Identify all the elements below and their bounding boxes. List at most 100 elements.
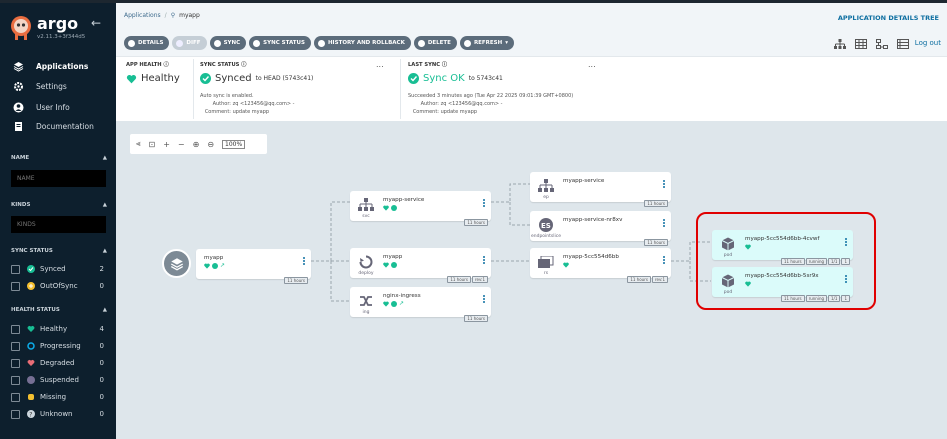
replicaset-node[interactable]: rs myapp-5cc554d6bb 11 hours rev:1 — [530, 248, 671, 283]
sync-status-button[interactable]: SYNC STATUS — [249, 36, 311, 50]
delete-icon — [417, 39, 425, 47]
endpoints-node[interactable]: ep myapp-service 11 hours — [530, 172, 671, 207]
node-tags: 11 hours — [644, 239, 668, 246]
comment-label: Comment: — [412, 109, 439, 115]
more-icon[interactable]: ... — [376, 60, 384, 69]
breadcrumb-applications[interactable]: Applications — [124, 12, 161, 19]
sync-author-row: Author: zq <123456@qq.com> - — [200, 101, 295, 107]
kinds-filter-header[interactable]: KINDS ▲ — [11, 202, 107, 208]
checkbox[interactable] — [11, 281, 20, 291]
name-filter-header[interactable]: NAME ▲ — [11, 155, 107, 161]
nav-documentation[interactable]: Documentation — [12, 117, 112, 135]
filter-synced[interactable]: Synced 2 — [11, 263, 104, 275]
checkbox[interactable] — [11, 409, 20, 419]
brand-name: argo — [37, 14, 79, 33]
kinds-filter-input[interactable] — [11, 216, 106, 233]
refresh-button[interactable]: REFRESH ▾ — [459, 36, 515, 50]
node-kind: deploy — [358, 271, 374, 276]
nav-user-info[interactable]: User Info — [12, 98, 112, 116]
history-rollback-button[interactable]: HISTORY AND ROLLBACK — [313, 36, 411, 50]
more-vertical-icon[interactable] — [663, 256, 666, 264]
list-view-icon[interactable] — [897, 39, 909, 49]
help-icon[interactable]: ⓘ — [442, 62, 447, 68]
nav-settings[interactable]: Settings — [12, 77, 112, 95]
filter-healthy[interactable]: Healthy 4 — [11, 323, 104, 335]
node-status: ↗ — [383, 301, 404, 307]
app-health-value: Healthy — [126, 73, 180, 84]
name-filter-input[interactable] — [11, 170, 106, 187]
node-name: myapp-5cc554d6bb — [563, 254, 619, 260]
diff-button[interactable]: DIFF — [172, 36, 207, 50]
node-tags: 11 hours rev:1 — [447, 276, 488, 283]
pods-view-icon[interactable] — [855, 39, 867, 49]
nav-label: Documentation — [36, 121, 94, 131]
delete-button[interactable]: DELETE — [413, 36, 457, 50]
breadcrumb-current[interactable]: myapp — [179, 12, 200, 19]
last-sync-revision[interactable]: to 5743c41 — [469, 75, 503, 82]
health-status-header[interactable]: HEALTH STATUS ▲ — [11, 307, 107, 313]
app-node[interactable]: myapp ↗ 11 hours — [196, 249, 311, 284]
gears-icon — [12, 80, 24, 92]
checkbox[interactable] — [11, 324, 20, 334]
node-name: myapp — [383, 254, 403, 260]
filter-degraded[interactable]: Degraded 0 — [11, 357, 104, 369]
more-vertical-icon[interactable] — [663, 219, 666, 227]
filter-count: 0 — [99, 359, 104, 367]
checkbox[interactable] — [11, 264, 20, 274]
comment-value: update myapp — [232, 109, 270, 115]
endpointslice-node[interactable]: ES endpointslice myapp-service-nr8xv 11 … — [530, 211, 671, 246]
age-tag: 11 hours — [644, 239, 668, 246]
service-node[interactable]: svc myapp-service 11 hours — [350, 191, 491, 226]
more-vertical-icon[interactable] — [483, 256, 486, 264]
help-icon[interactable]: ⓘ — [241, 62, 246, 68]
history-icon — [317, 39, 325, 47]
more-vertical-icon[interactable] — [303, 257, 306, 265]
more-vertical-icon[interactable] — [483, 199, 486, 207]
button-label: DELETE — [427, 40, 451, 46]
node-status: ↗ — [204, 263, 225, 269]
author-label: Author: — [212, 101, 231, 107]
more-vertical-icon[interactable] — [663, 180, 666, 188]
more-vertical-icon[interactable] — [483, 295, 486, 303]
chevron-down-icon: ▾ — [505, 40, 509, 46]
nav-applications[interactable]: Applications — [12, 57, 112, 75]
filter-missing[interactable]: Missing 0 — [11, 391, 104, 403]
more-icon[interactable]: ... — [588, 60, 596, 69]
network-view-icon[interactable] — [876, 39, 888, 49]
author-value: zq <123456@qq.com> - — [440, 101, 503, 107]
sync-revision[interactable]: to HEAD (5743c41) — [256, 75, 314, 82]
chevron-up-icon: ▲ — [102, 248, 107, 254]
logout-link[interactable]: Log out — [915, 39, 941, 47]
sync-status-header[interactable]: SYNC STATUS ▲ — [11, 248, 107, 254]
resource-tree-canvas[interactable]: ⫷ ⊡ + − ⊕ ⊖ 100% myapp ↗ 11 hours svc my… — [116, 121, 947, 439]
checkbox[interactable] — [11, 358, 20, 368]
ingress-node[interactable]: ing nginx-ingress ↗ 11 hours — [350, 287, 491, 322]
sync-comment-row: Comment: update myapp — [200, 109, 269, 115]
help-icon[interactable]: ⓘ — [163, 62, 168, 68]
collapse-sidebar-icon[interactable]: ← — [91, 16, 101, 30]
filter-progressing[interactable]: Progressing 0 — [11, 340, 104, 352]
checkbox[interactable] — [11, 341, 20, 351]
checkbox[interactable] — [11, 392, 20, 402]
filter-unknown[interactable]: ? Unknown 0 — [11, 408, 104, 420]
checkbox[interactable] — [11, 375, 20, 385]
age-tag: 11 hours — [464, 315, 488, 322]
node-tags: 11 hours — [644, 200, 668, 207]
app-node-circle[interactable] — [162, 249, 191, 278]
tree-view-icon[interactable] — [834, 39, 846, 49]
chevron-up-icon: ▲ — [102, 307, 107, 313]
sync-button[interactable]: SYNC — [209, 36, 247, 50]
heart-icon — [126, 74, 137, 83]
filter-suspended[interactable]: Suspended 0 — [11, 374, 104, 386]
external-link-icon[interactable]: ↗ — [220, 263, 225, 269]
filter-outofsync[interactable]: OutOfSync 0 — [11, 280, 104, 292]
check-circle-icon — [391, 205, 397, 211]
external-link-icon[interactable]: ↗ — [399, 301, 404, 307]
replicaset-icon — [536, 252, 556, 272]
check-circle-icon — [200, 73, 211, 84]
button-label: DIFF — [186, 40, 201, 46]
spinner-icon — [26, 342, 35, 351]
details-button[interactable]: DETAILS — [124, 36, 170, 50]
health-text: Healthy — [141, 73, 180, 84]
deployment-node[interactable]: deploy myapp 11 hours rev:1 — [350, 248, 491, 283]
